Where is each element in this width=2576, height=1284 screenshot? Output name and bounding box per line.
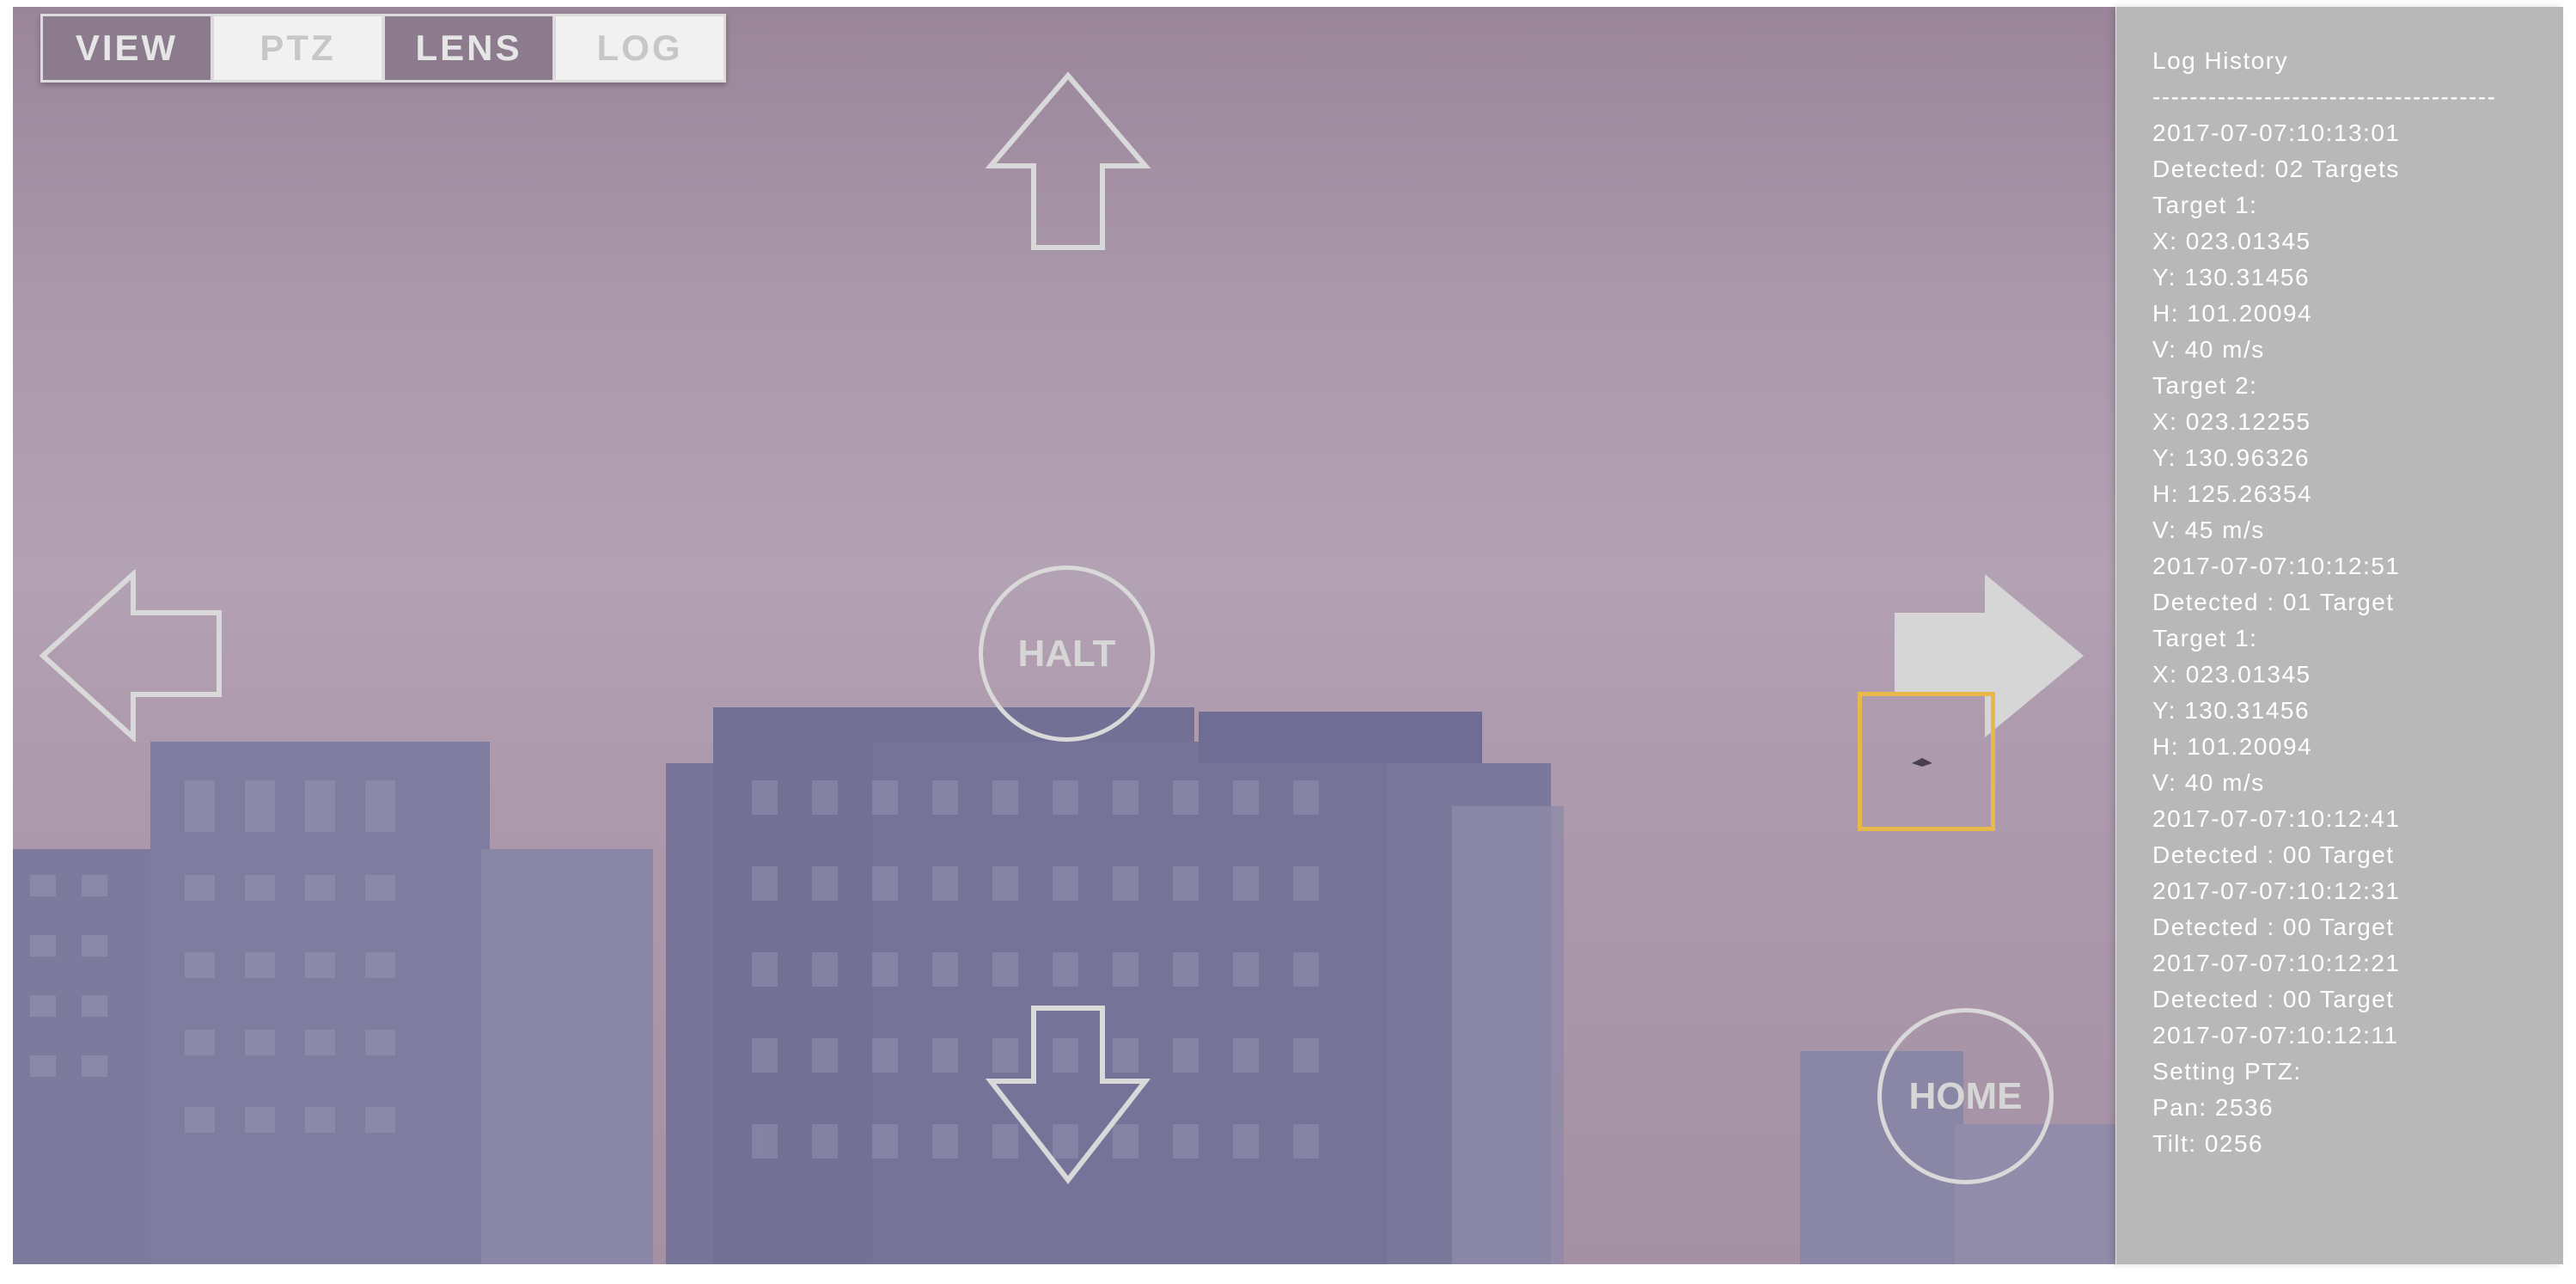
home-label: HOME — [1908, 1074, 2023, 1117]
pan-up-button[interactable] — [982, 71, 1154, 252]
log-title: Log History — [2152, 47, 2289, 74]
log-line: Detected : 00 Target — [2152, 841, 2395, 868]
log-line: V: 45 m/s — [2152, 517, 2265, 543]
log-line: V: 40 m/s — [2152, 336, 2265, 363]
log-line: 2017-07-07:10:12:21 — [2152, 950, 2401, 976]
log-line: Setting PTZ: — [2152, 1058, 2302, 1085]
log-line: Target 1: — [2152, 192, 2258, 218]
log-line: H: 125.26354 — [2152, 480, 2313, 507]
log-line: 2017-07-07:10:13:01 — [2152, 119, 2401, 146]
arrow-up-icon — [985, 71, 1151, 250]
log-line: V: 40 m/s — [2152, 769, 2265, 796]
log-line: Detected : 00 Target — [2152, 986, 2395, 1012]
log-line: Pan: 2536 — [2152, 1094, 2274, 1121]
arrow-left-icon — [39, 570, 222, 742]
tab-ptz[interactable]: PTZ — [214, 16, 385, 80]
pan-down-button[interactable] — [982, 1004, 1154, 1184]
log-line: 2017-07-07:10:12:51 — [2152, 553, 2401, 579]
tab-log[interactable]: LOG — [556, 16, 723, 80]
log-separator: ------------------------------------- — [2152, 83, 2497, 110]
pan-left-button[interactable] — [39, 570, 228, 742]
log-line: X: 023.01345 — [2152, 661, 2311, 688]
log-line: H: 101.20094 — [2152, 733, 2313, 760]
log-line: 2017-07-07:10:12:31 — [2152, 877, 2401, 904]
log-line: Y: 130.31456 — [2152, 264, 2310, 290]
home-button[interactable]: HOME — [1877, 1008, 2054, 1184]
log-line: Target 2: — [2152, 372, 2258, 399]
arrow-down-icon — [985, 1006, 1151, 1184]
camera-view[interactable]: VIEW PTZ LENS LOG HALT HOME — [13, 7, 2115, 1264]
log-entries: 2017-07-07:10:13:01 Detected: 02 Targets T… — [2152, 115, 2563, 1162]
log-line: Y: 130.31456 — [2152, 697, 2310, 724]
log-line: Y: 130.96326 — [2152, 444, 2310, 471]
halt-button[interactable]: HALT — [979, 566, 1155, 742]
halt-label: HALT — [1017, 632, 1116, 675]
log-line: 2017-07-07:10:12:41 — [2152, 805, 2401, 832]
log-line: Tilt: 0256 — [2152, 1130, 2264, 1157]
tab-view[interactable]: VIEW — [43, 16, 214, 80]
log-line: Detected : 01 Target — [2152, 589, 2395, 615]
log-line: Detected : 00 Target — [2152, 914, 2395, 940]
target-tracking-box[interactable] — [1858, 692, 1995, 831]
log-line: Target 1: — [2152, 625, 2258, 651]
log-line: H: 101.20094 — [2152, 300, 2313, 327]
log-line: X: 023.01345 — [2152, 228, 2311, 254]
log-line: Detected: 02 Targets — [2152, 156, 2400, 182]
log-history-panel[interactable]: Log History ----------------------------… — [2116, 7, 2563, 1264]
log-line: X: 023.12255 — [2152, 408, 2311, 435]
tab-bar: VIEW PTZ LENS LOG — [40, 14, 726, 83]
tab-lens[interactable]: LENS — [385, 16, 556, 80]
log-line: 2017-07-07:10:12:11 — [2152, 1022, 2399, 1049]
